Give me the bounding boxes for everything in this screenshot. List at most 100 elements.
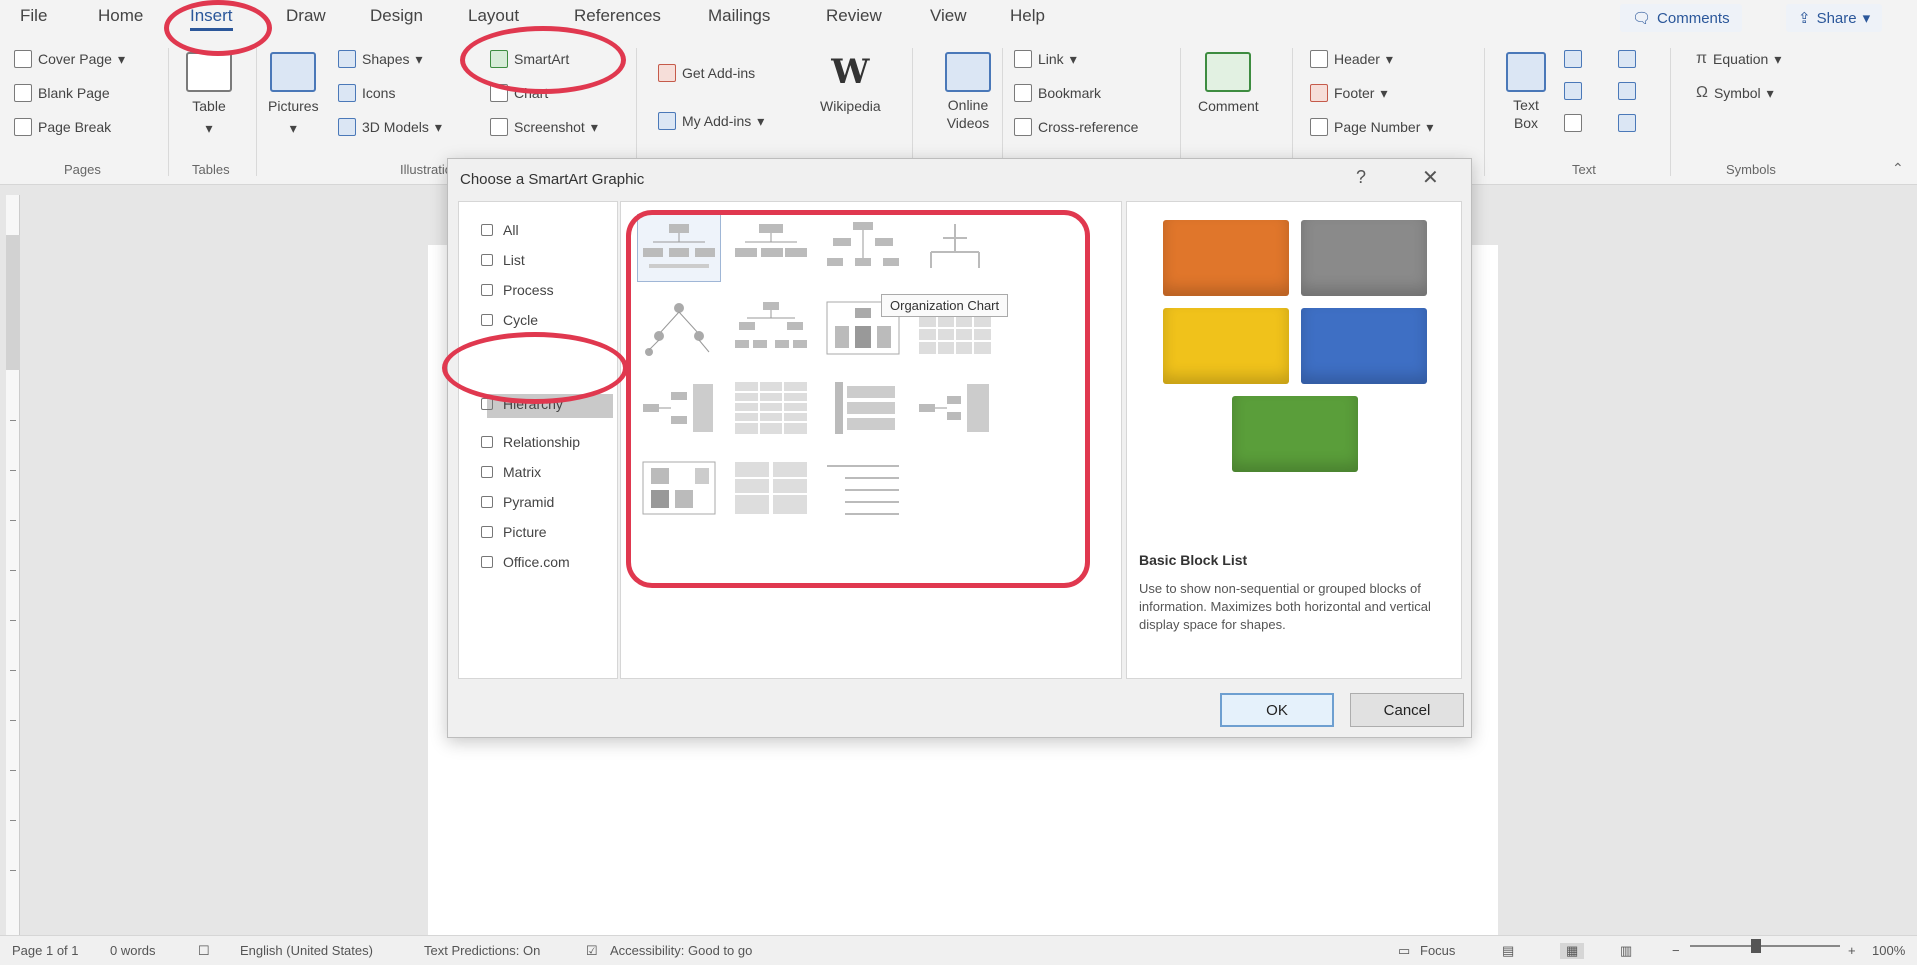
3d-models-button[interactable]: 3D Models ▾	[338, 118, 442, 136]
cover-page-button[interactable]: Cover Page ▾	[14, 50, 125, 68]
tab-mailings[interactable]: Mailings	[708, 6, 770, 26]
group-separator	[168, 48, 169, 176]
category-pyramid[interactable]: Pyramid	[481, 494, 554, 510]
blank-page-button[interactable]: Blank Page	[14, 84, 110, 102]
zoom-slider[interactable]	[1690, 945, 1840, 947]
preview-description: Use to show non-sequential or grouped bl…	[1139, 581, 1431, 632]
drop-cap-icon[interactable]	[1564, 114, 1582, 132]
get-addins-button[interactable]: Get Add-ins	[658, 64, 755, 82]
web-layout-icon[interactable]: ▥	[1620, 943, 1632, 959]
page-number-button[interactable]: Page Number ▾	[1310, 118, 1433, 136]
annotation-box-gallery	[626, 210, 1090, 588]
category-all[interactable]: All	[481, 222, 519, 238]
tab-help[interactable]: Help	[1010, 6, 1045, 26]
link-button[interactable]: Link ▾	[1014, 50, 1077, 68]
screenshot-button[interactable]: Screenshot ▾	[490, 118, 598, 136]
pictures-label: Pictures	[268, 98, 319, 114]
bookmark-button[interactable]: Bookmark	[1014, 84, 1101, 102]
category-picture[interactable]: Picture	[481, 524, 547, 540]
status-accessibility[interactable]: Accessibility: Good to go	[610, 943, 752, 958]
status-language[interactable]: English (United States)	[240, 943, 373, 958]
status-text-predictions[interactable]: Text Predictions: On	[424, 943, 540, 958]
signature-line-icon[interactable]	[1618, 50, 1636, 68]
tab-home[interactable]: Home	[98, 6, 143, 26]
wikipedia-label: Wikipedia	[820, 98, 881, 114]
share-button[interactable]: ⇪ Share ▾	[1786, 4, 1883, 32]
preview-block-yellow	[1163, 308, 1289, 384]
dialog-title: Choose a SmartArt Graphic	[460, 171, 645, 188]
page-break-button[interactable]: Page Break	[14, 118, 111, 136]
tab-layout[interactable]: Layout	[468, 6, 519, 26]
icons-icon	[338, 84, 356, 102]
comment-button[interactable]: Comment	[1198, 52, 1259, 114]
category-relationship[interactable]: Relationship	[481, 434, 580, 450]
equation-button[interactable]: π Equation ▾	[1696, 50, 1781, 68]
category-office-com[interactable]: Office.com	[481, 554, 570, 570]
annotation-circle-smartart	[460, 26, 626, 94]
category-label: All	[503, 222, 519, 238]
shapes-button[interactable]: Shapes ▾	[338, 50, 423, 68]
chevron-down-icon: ▾	[205, 120, 213, 136]
status-words[interactable]: 0 words	[110, 943, 156, 958]
date-time-icon[interactable]	[1618, 82, 1636, 100]
category-matrix[interactable]: Matrix	[481, 464, 541, 480]
status-page[interactable]: Page 1 of 1	[12, 943, 79, 958]
ruler-tick	[10, 820, 16, 821]
tab-view[interactable]: View	[930, 6, 967, 26]
print-layout-icon[interactable]: ▦	[1560, 943, 1585, 959]
zoom-out-icon[interactable]: −	[1672, 943, 1680, 958]
status-focus[interactable]: Focus	[1420, 943, 1455, 958]
zoom-slider-thumb[interactable]	[1751, 939, 1761, 953]
tab-design[interactable]: Design	[370, 6, 423, 26]
proofing-icon[interactable]: ☐	[198, 943, 210, 959]
preview-title: Basic Block List	[1139, 552, 1248, 568]
online-videos-button[interactable]: Online Videos	[926, 52, 1010, 132]
object-icon[interactable]	[1618, 114, 1636, 132]
my-addins-button[interactable]: My Add-ins ▾	[658, 112, 764, 130]
header-button[interactable]: Header ▾	[1310, 50, 1393, 68]
comments-button[interactable]: 🗨 Comments	[1620, 4, 1742, 32]
quick-parts-icon[interactable]	[1564, 50, 1582, 68]
category-label: Picture	[503, 524, 547, 540]
help-icon[interactable]: ?	[1356, 167, 1366, 188]
chevron-down-icon: ▾	[1862, 10, 1871, 27]
blank-page-icon	[14, 84, 32, 102]
list-icon	[481, 254, 493, 266]
wikipedia-button[interactable]: W Wikipedia	[820, 52, 881, 114]
zoom-level[interactable]: 100%	[1872, 943, 1905, 958]
category-process[interactable]: Process	[481, 282, 554, 298]
cross-reference-button[interactable]: Cross-reference	[1014, 118, 1138, 136]
collapse-ribbon-icon[interactable]: ⌃	[1892, 160, 1904, 177]
cancel-button[interactable]: Cancel	[1350, 693, 1464, 727]
ok-button[interactable]: OK	[1220, 693, 1334, 727]
table-button[interactable]: Table ▾	[186, 52, 232, 137]
tab-draw[interactable]: Draw	[286, 6, 326, 26]
annotation-circle-insert-tab	[164, 0, 272, 56]
page-break-label: Page Break	[38, 119, 112, 135]
blank-page-label: Blank Page	[38, 85, 110, 101]
symbol-button[interactable]: Ω Symbol ▾	[1696, 84, 1774, 102]
text-box-button[interactable]: Text Box	[1500, 52, 1552, 132]
table-label: Table	[192, 98, 226, 114]
close-icon[interactable]: ✕	[1422, 165, 1439, 190]
category-list-item[interactable]: List	[481, 252, 525, 268]
icons-button[interactable]: Icons	[338, 84, 395, 102]
pictures-button[interactable]: Pictures ▾	[268, 52, 319, 137]
symbol-label: Symbol	[1713, 85, 1761, 101]
zoom-in-icon[interactable]: +	[1848, 943, 1856, 958]
footer-button[interactable]: Footer ▾	[1310, 84, 1388, 102]
category-label: Pyramid	[503, 494, 555, 510]
comment-icon	[1205, 52, 1252, 92]
tab-file[interactable]: File	[20, 6, 47, 26]
tab-review[interactable]: Review	[826, 6, 882, 26]
table-icon	[186, 52, 232, 92]
category-cycle[interactable]: Cycle	[481, 312, 538, 328]
chevron-down-icon: ▾	[590, 118, 598, 135]
wordart-icon[interactable]	[1564, 82, 1582, 100]
share-label: Share	[1816, 9, 1857, 27]
bookmark-label: Bookmark	[1038, 85, 1102, 101]
read-mode-icon[interactable]: ▤	[1502, 943, 1514, 959]
tab-references[interactable]: References	[574, 6, 661, 26]
preview-block-orange	[1163, 220, 1289, 296]
footer-icon	[1310, 84, 1328, 102]
